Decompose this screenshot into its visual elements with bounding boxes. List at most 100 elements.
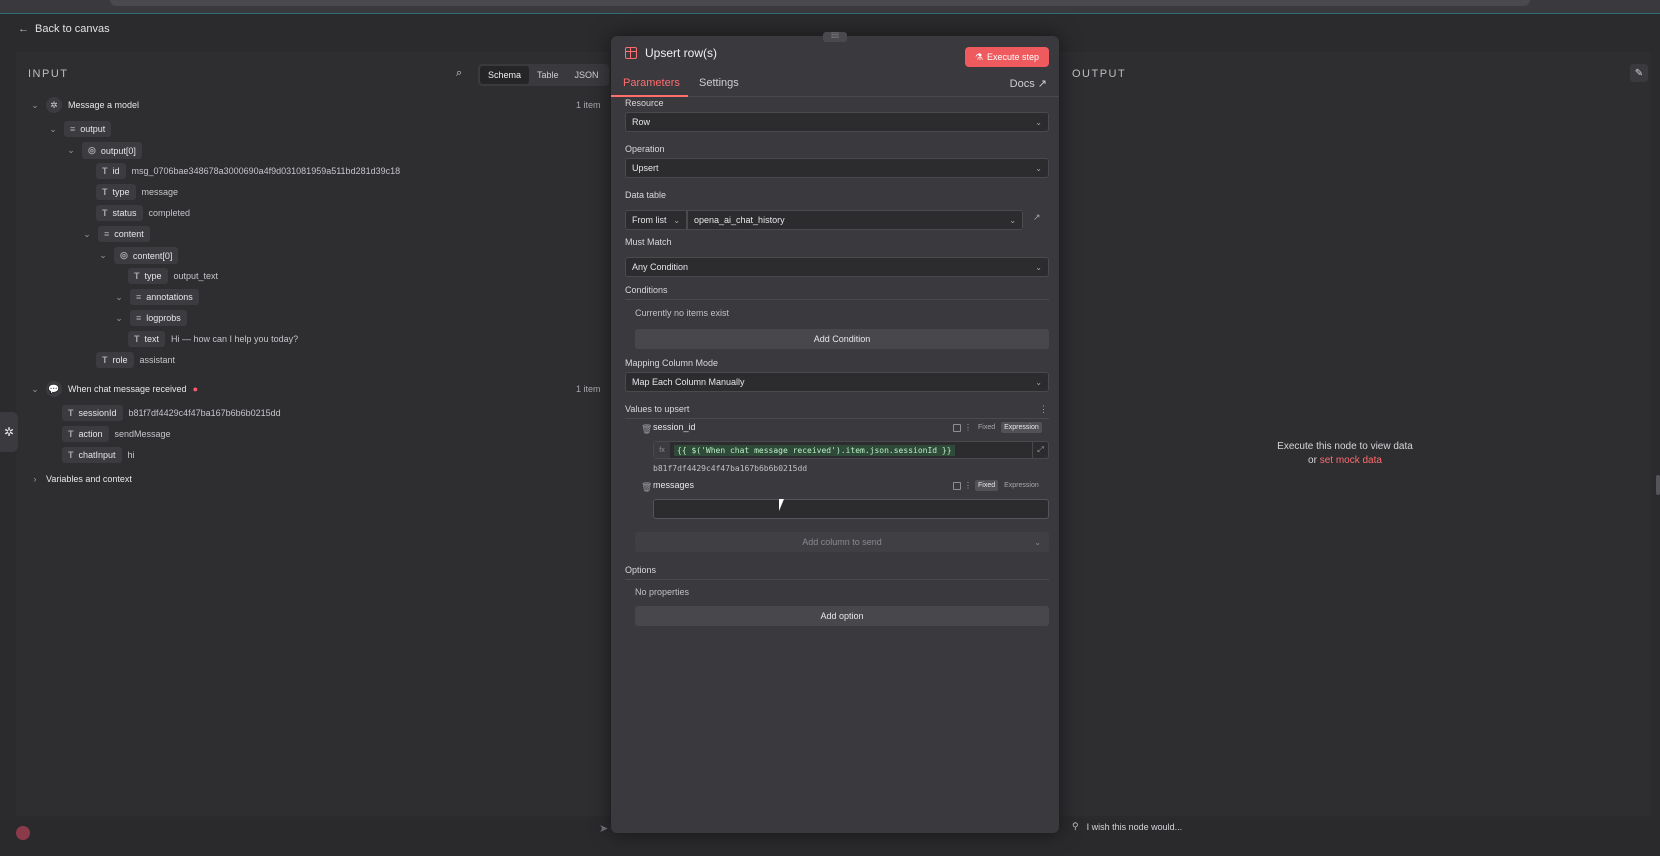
output-title: OUTPUT <box>1072 68 1127 80</box>
drag-field-icon[interactable] <box>953 481 961 490</box>
more-options-icon[interactable]: ⋮ <box>1039 404 1048 415</box>
value-text: msg_0706bae348678a3000690a4f9d031081959a… <box>131 166 401 176</box>
tree-item-output[interactable]: ⌄ ≡ output <box>48 121 112 137</box>
tree-item-action[interactable]: Taction sendMessage <box>62 426 171 442</box>
search-icon[interactable]: ⌕ <box>456 67 462 80</box>
add-column-select[interactable]: Add column to send ⌄ <box>635 532 1049 552</box>
key-label: content[0] <box>132 250 173 261</box>
chevron-down-icon[interactable]: ⌄ <box>114 292 124 303</box>
value-text: b81f7df4429c4f47ba167b6b6b0215dd <box>128 408 281 418</box>
open-table-icon[interactable]: ↗ <box>1033 212 1041 223</box>
chevron-down-icon[interactable]: ⌄ <box>98 250 108 261</box>
drag-field-icon[interactable] <box>953 423 961 432</box>
messages-input[interactable] <box>653 499 1049 519</box>
expression-toggle[interactable]: Expression <box>1001 480 1042 491</box>
text-type-icon: T <box>68 450 74 460</box>
messages-mode-toggle: ⋮ Fixed Expression <box>953 480 1042 491</box>
mapping-mode-value: Map Each Column Manually <box>632 377 745 387</box>
tree-item-status[interactable]: Tstatus completed <box>96 205 190 221</box>
node-when-chat-message-received[interactable]: ⌄ 💬 When chat message received ● <box>30 381 198 397</box>
pinned-dot-icon: ● <box>192 384 198 394</box>
options-label: Options <box>625 565 657 575</box>
chevron-down-icon[interactable]: ⌄ <box>66 145 76 156</box>
chevron-right-icon[interactable]: › <box>30 474 40 484</box>
add-option-button[interactable]: Add option <box>635 606 1049 626</box>
field-menu-icon[interactable]: ⋮ <box>964 423 972 432</box>
add-condition-button[interactable]: Add Condition <box>635 329 1049 349</box>
send-icon[interactable]: ➤ <box>599 822 608 835</box>
object-icon: ◎ <box>88 145 96 155</box>
must-match-select[interactable]: Any Condition ⌄ <box>625 257 1049 277</box>
field-menu-icon[interactable]: ⋮ <box>964 481 972 490</box>
operation-label: Operation <box>625 144 665 154</box>
expression-result: b81f7df4429c4f47ba167b6b6b0215dd <box>653 464 808 473</box>
tree-item-sessionid[interactable]: TsessionId b81f7df4429c4f47ba167b6b6b021… <box>62 405 281 421</box>
chevron-down-icon[interactable]: ⌄ <box>48 124 58 135</box>
feedback-link[interactable]: ⚲ I wish this node would... <box>1072 821 1182 832</box>
docs-link[interactable]: Docs ↗ <box>1010 77 1047 90</box>
back-arrow-icon: ← <box>18 23 29 35</box>
modal-tabs: Parameters Settings Docs ↗ <box>611 73 1059 97</box>
tree-item-text[interactable]: Ttext Hi — how can I help you today? <box>128 331 298 347</box>
operation-select[interactable]: Upsert ⌄ <box>625 158 1049 178</box>
variables-and-context[interactable]: › Variables and context <box>30 474 132 484</box>
tree-item-annotations[interactable]: ⌄ ≡ annotations <box>114 289 199 305</box>
data-table-mode-select[interactable]: From list ⌄ <box>625 210 687 230</box>
conditions-empty: Currently no items exist <box>635 308 730 318</box>
tab-table[interactable]: Table <box>529 66 567 84</box>
chat-panel-handle[interactable]: ✲ <box>0 412 18 452</box>
delete-field-icon[interactable]: 🗑 <box>641 424 652 435</box>
operation-value: Upsert <box>632 163 659 173</box>
expand-icon[interactable]: ⤢ <box>1032 442 1048 458</box>
tree-item-id[interactable]: Tid msg_0706bae348678a3000690a4f9d031081… <box>96 163 400 179</box>
tree-item-content0[interactable]: ⌄ ◎ content[0] <box>98 247 179 264</box>
value-text: message <box>141 187 179 197</box>
chevron-down-icon: ⌄ <box>1035 377 1042 387</box>
delete-field-icon[interactable]: 🗑 <box>641 482 652 493</box>
tab-schema[interactable]: Schema <box>480 66 530 84</box>
tree-item-logprobs[interactable]: ⌄ ≡ logprobs <box>114 310 187 326</box>
set-mock-data-link[interactable]: set mock data <box>1320 455 1382 466</box>
key-label: output[0] <box>100 145 136 156</box>
tree-item-type[interactable]: Ttype message <box>96 184 178 200</box>
input-view-tabs: Schema Table JSON <box>478 64 609 86</box>
divider <box>625 579 1049 580</box>
data-table-select[interactable]: opena_ai_chat_history ⌄ <box>687 210 1023 230</box>
chevron-down-icon[interactable]: ⌄ <box>82 229 92 240</box>
external-link-icon: ↗ <box>1037 78 1047 90</box>
tab-parameters[interactable]: Parameters <box>623 77 680 89</box>
chevron-down-icon[interactable]: ⌄ <box>30 100 40 111</box>
expression-code: {{ $('When chat message received').item.… <box>674 444 955 456</box>
edit-output-icon[interactable]: ✎ <box>1630 64 1648 82</box>
chevron-down-icon[interactable]: ⌄ <box>114 313 124 324</box>
chevron-down-icon[interactable]: ⌄ <box>30 384 40 395</box>
mode-value: From list <box>632 215 667 225</box>
tree-item-content-type[interactable]: Ttype output_text <box>128 268 218 284</box>
active-tab-indicator <box>611 95 688 97</box>
node-message-a-model[interactable]: ⌄ ✲ Message a model <box>30 97 139 113</box>
fixed-toggle[interactable]: Fixed <box>975 480 999 491</box>
session-id-expression-input[interactable]: fx {{ $('When chat message received').it… <box>653 441 1049 459</box>
tree-item-chatinput[interactable]: TchatInput hi <box>62 447 135 463</box>
tab-json[interactable]: JSON <box>567 66 607 84</box>
key-label: type <box>144 271 162 281</box>
back-to-canvas-label: Back to canvas <box>35 23 110 35</box>
item-count: 1 item <box>576 100 601 110</box>
resource-select[interactable]: Row ⌄ <box>625 112 1049 132</box>
fixed-toggle[interactable]: Fixed <box>975 422 998 433</box>
text-type-icon: T <box>102 208 108 218</box>
tree-item-content[interactable]: ⌄ ≡ content <box>82 226 150 242</box>
key-label: logprobs <box>146 313 181 323</box>
expression-toggle[interactable]: Expression <box>1001 422 1042 433</box>
drag-handle[interactable]: ⁞⁞⁞⁞ <box>823 32 847 42</box>
tab-settings[interactable]: Settings <box>699 77 739 89</box>
back-to-canvas-button[interactable]: ← Back to canvas <box>18 20 110 38</box>
tree-item-role[interactable]: Trole assistant <box>96 352 175 368</box>
scrollbar[interactable] <box>1656 475 1660 495</box>
chat-input[interactable] <box>52 820 612 846</box>
openai-icon: ✲ <box>46 97 62 113</box>
execute-step-button[interactable]: ⚗ Execute step <box>965 47 1049 67</box>
mapping-mode-select[interactable]: Map Each Column Manually ⌄ <box>625 372 1049 392</box>
tree-item-output0[interactable]: ⌄ ◎ output[0] <box>66 142 142 159</box>
input-title: INPUT <box>28 68 69 80</box>
